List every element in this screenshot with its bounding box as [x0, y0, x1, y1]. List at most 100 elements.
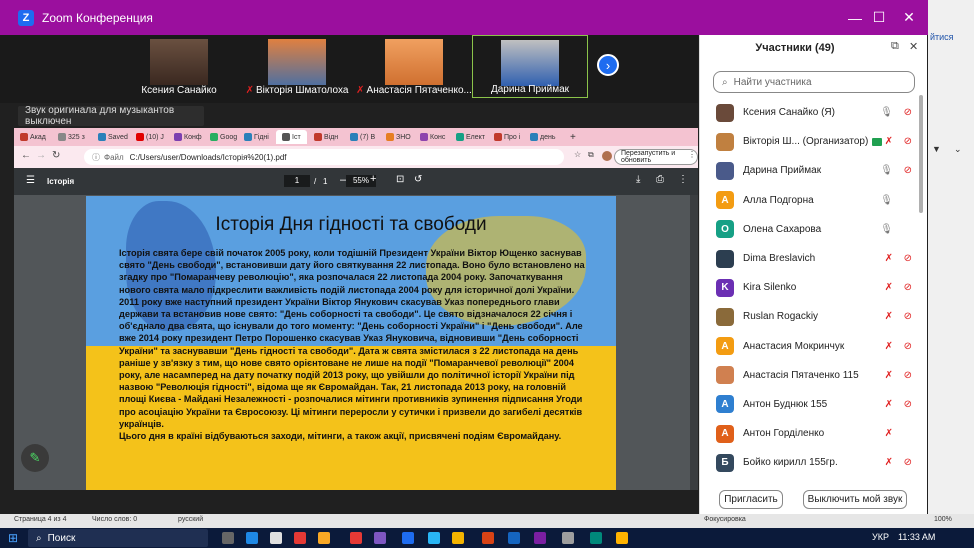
browser-tab[interactable]: Акад [20, 130, 46, 144]
browser-tab[interactable]: 325 з [58, 130, 85, 144]
participant-row[interactable]: Вікторія Ш... (Организатор) ✗ ⊘ [700, 127, 925, 156]
browser-tab[interactable]: Відн [314, 130, 338, 144]
chrome-icon[interactable] [452, 532, 464, 544]
camera-off-icon[interactable]: ⊘ [904, 165, 912, 176]
mic-muted-icon[interactable]: ✗ [885, 428, 893, 439]
app-icon[interactable] [590, 532, 602, 544]
rotate-icon[interactable]: ↺ [414, 174, 422, 185]
browser-tab[interactable]: Конф [174, 130, 202, 144]
app-icon[interactable] [350, 532, 362, 544]
camera-off-icon[interactable]: ⊘ [904, 311, 912, 322]
participant-row[interactable]: А Антон Горділенко ✗ [700, 419, 925, 448]
participant-row[interactable]: K Kira Silenko ✗ ⊘ [700, 273, 925, 302]
invite-button[interactable]: Пригласить [719, 490, 783, 509]
task-view-icon[interactable] [222, 532, 234, 544]
close-icon[interactable]: ✕ [909, 40, 918, 53]
forward-arrow-icon[interactable]: → [36, 150, 46, 161]
taskbar-search-box[interactable]: ⌕ Поиск [28, 529, 208, 547]
mic-on-icon[interactable]: 🎙 [880, 165, 893, 176]
zoom-in-icon[interactable]: + [370, 173, 376, 185]
camera-off-icon[interactable]: ⊘ [904, 370, 912, 381]
browser-tab[interactable]: Конс [420, 130, 445, 144]
participant-row[interactable]: Ruslan Rogackiy ✗ ⊘ [700, 302, 925, 331]
star-icon[interactable]: ☆ [574, 150, 581, 159]
mic-muted-icon[interactable]: ✗ [885, 282, 893, 293]
participant-search-input[interactable]: ⌕ Найти участника [713, 71, 915, 93]
mic-muted-icon[interactable]: ✗ [885, 311, 893, 322]
mic-muted-icon[interactable]: ✗ [885, 457, 893, 468]
close-button[interactable]: ✕ [894, 0, 924, 35]
browser-tab[interactable]: Про і [494, 130, 520, 144]
pdf-scrollbar[interactable] [690, 195, 698, 490]
fit-page-icon[interactable]: ⊡ [396, 174, 404, 185]
clock[interactable]: 11:33 AM [898, 532, 935, 542]
hamburger-menu-icon[interactable]: ☰ [26, 175, 35, 186]
background-login-link[interactable]: йтися [930, 32, 954, 42]
relaunch-button[interactable]: Перезапустить и обновить [614, 149, 698, 165]
windows-start-icon[interactable]: ⊞ [8, 531, 18, 545]
mic-muted-icon[interactable]: ✗ [885, 370, 893, 381]
maximize-button[interactable]: ☐ [864, 0, 894, 35]
app-icon[interactable] [270, 532, 282, 544]
onenote-icon[interactable] [534, 532, 546, 544]
camera-off-icon[interactable]: ⊘ [904, 457, 912, 468]
opera-icon[interactable] [294, 532, 306, 544]
word-icon[interactable] [508, 532, 520, 544]
edge-icon[interactable] [246, 532, 258, 544]
url-input[interactable]: ⓘ Файл C:/Users/user/Downloads/Історія%2… [84, 149, 564, 165]
camera-off-icon[interactable]: ⊘ [904, 282, 912, 293]
participant-row[interactable]: А Алла Подгорна 🎙 [700, 186, 925, 215]
annotate-pen-icon[interactable]: ✎ [21, 444, 49, 472]
app-icon[interactable] [562, 532, 574, 544]
browser-tab[interactable]: (10) J [136, 130, 164, 144]
camera-off-icon[interactable]: ⊘ [904, 399, 912, 410]
mic-on-icon[interactable]: 🎙 [880, 224, 893, 235]
back-arrow-icon[interactable]: ← [21, 150, 31, 161]
participant-row[interactable]: О Олена Сахарова 🎙 [700, 215, 925, 244]
menu-dots-icon[interactable]: ⋮ [688, 150, 696, 159]
browser-tab[interactable]: ЗНО [386, 130, 411, 144]
language-indicator[interactable]: УКР [872, 532, 889, 542]
participant-row[interactable]: Б Бойко кирилл 155гр. ✗ ⊘ [700, 448, 925, 477]
reload-icon[interactable]: ↻ [52, 150, 60, 161]
viber-icon[interactable] [374, 532, 386, 544]
video-tile-4-active[interactable]: Дарина Приймак [472, 35, 588, 98]
app-icon[interactable] [616, 532, 628, 544]
participant-row[interactable]: А Антон Буднюк 155 ✗ ⊘ [700, 390, 925, 419]
next-page-arrow-icon[interactable]: › [597, 54, 619, 76]
browser-tab[interactable]: Гідні [244, 130, 269, 144]
browser-tab[interactable]: Елект [456, 130, 485, 144]
expand-icon[interactable]: ⌄ [954, 144, 962, 155]
mic-muted-icon[interactable]: ✗ [885, 136, 893, 147]
participant-row[interactable]: Дарина Приймак 🎙 ⊘ [700, 156, 925, 185]
status-focus[interactable]: Фокусировка [704, 516, 746, 523]
browser-tab[interactable]: (7) В [350, 130, 375, 144]
participant-row[interactable]: Ксения Санайко (Я) 🎙 ⊘ [700, 98, 925, 127]
camera-off-icon[interactable]: ⊘ [904, 253, 912, 264]
page-number-input[interactable]: 1 [284, 175, 310, 187]
more-options-icon[interactable]: ⋮ [678, 174, 688, 185]
participant-row[interactable]: Анастасія Пятаченко 115 ✗ ⊘ [700, 361, 925, 390]
print-icon[interactable]: ⎙ [656, 174, 664, 185]
video-tile-1[interactable]: Ксения Санайко [122, 35, 236, 98]
browser-tab[interactable]: Goog [210, 130, 237, 144]
telegram-icon[interactable] [428, 532, 440, 544]
camera-off-icon[interactable]: ⊘ [904, 136, 912, 147]
video-tile-2[interactable]: ✗ Вікторія Шматолоха [238, 35, 356, 98]
download-icon[interactable]: ⤓ [636, 174, 640, 185]
mic-on-icon[interactable]: 🎙 [880, 195, 893, 206]
chevron-down-icon[interactable]: ▼ [932, 144, 941, 154]
powerpoint-icon[interactable] [482, 532, 494, 544]
mic-muted-icon[interactable]: ✗ [885, 253, 893, 264]
camera-off-icon[interactable]: ⊘ [904, 341, 912, 352]
video-tile-3[interactable]: ✗ Анастасія Пятаченко... [356, 35, 472, 98]
mic-muted-icon[interactable]: ✗ [885, 341, 893, 352]
mute-me-button[interactable]: Выключить мой звук [803, 490, 907, 509]
zoom-taskbar-icon[interactable] [402, 532, 414, 544]
mic-on-icon[interactable]: 🎙 [880, 107, 893, 118]
mic-muted-icon[interactable]: ✗ [885, 399, 893, 410]
browser-tab[interactable]: Saved [98, 130, 128, 144]
new-tab-plus-icon[interactable]: + [570, 130, 576, 144]
explorer-icon[interactable] [318, 532, 330, 544]
popout-icon[interactable]: ⧉ [891, 40, 899, 53]
